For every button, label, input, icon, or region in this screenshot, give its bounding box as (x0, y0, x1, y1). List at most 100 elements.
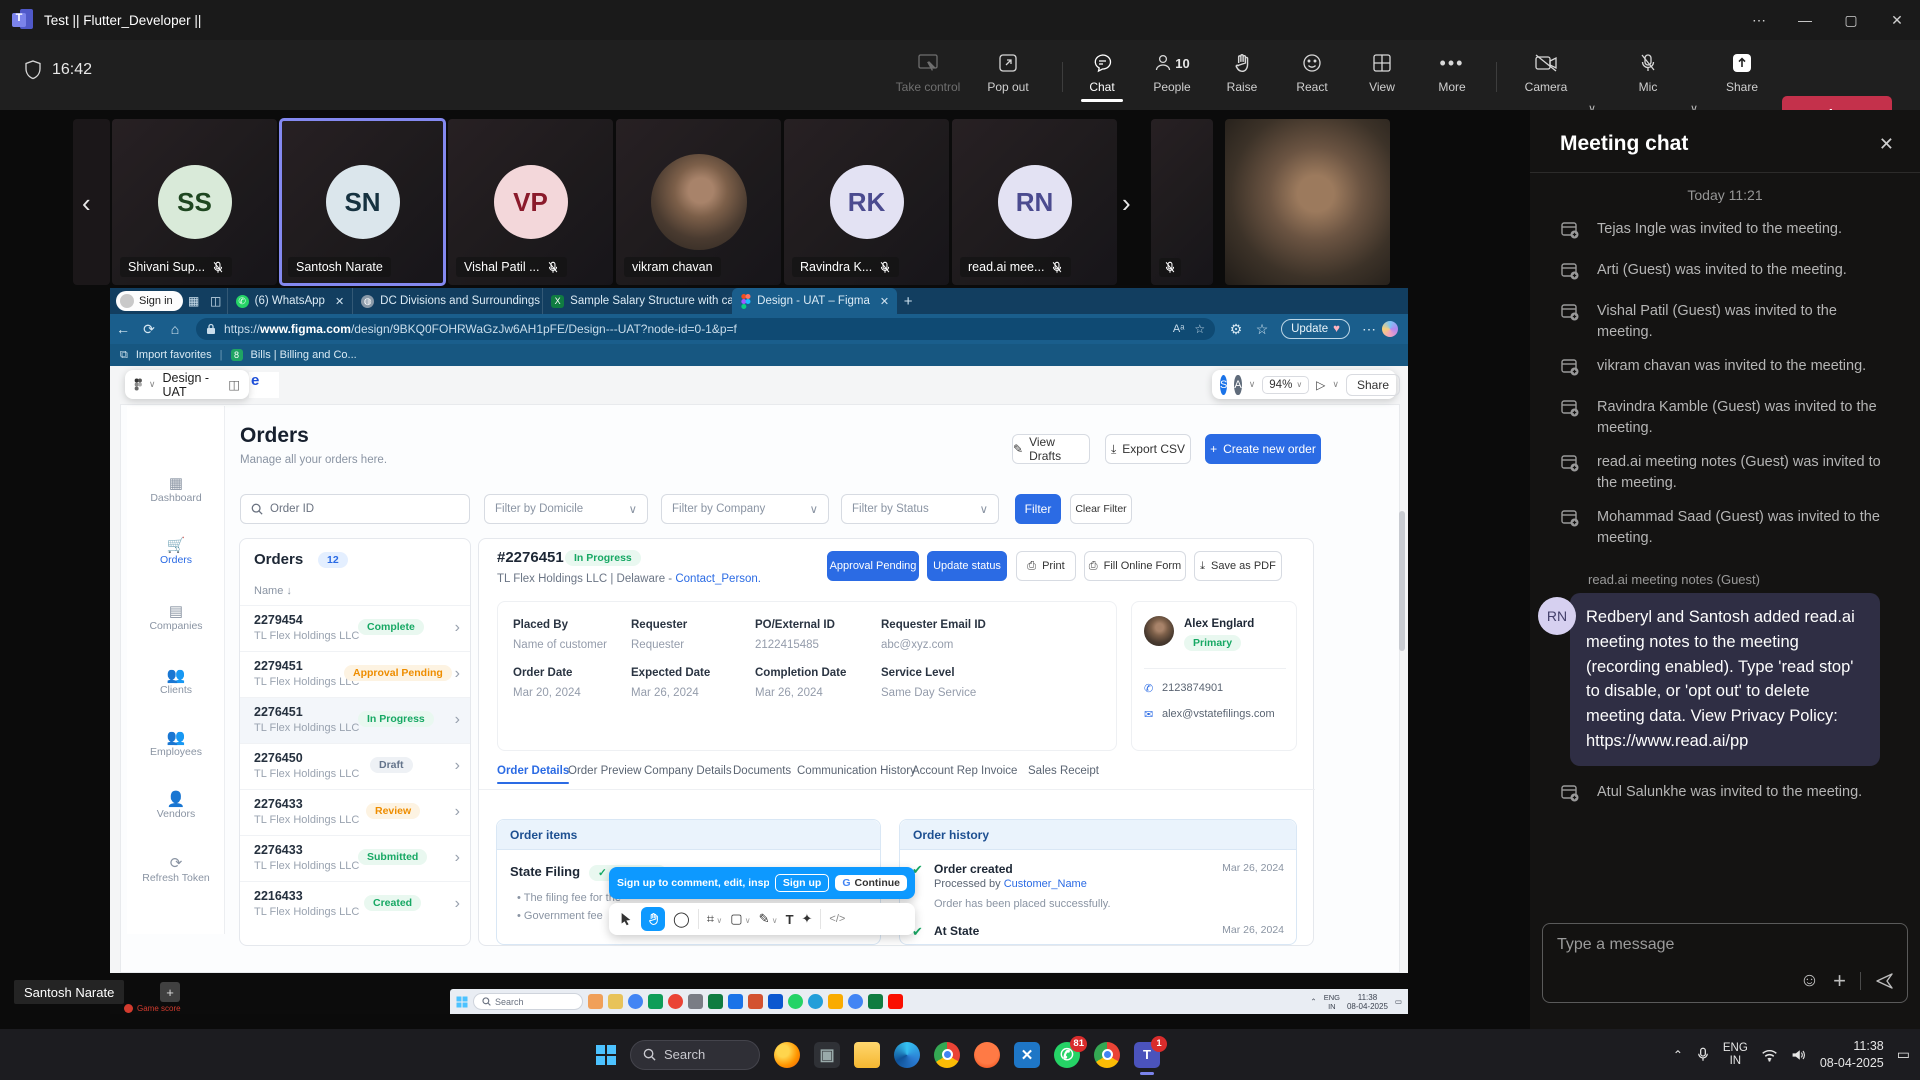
sidebar-item-companies[interactable]: ▤Companies (127, 604, 225, 632)
pop-out-button[interactable]: Pop out (972, 50, 1044, 94)
sidebar-item-orders[interactable]: 🛒Orders (127, 538, 225, 566)
order-row-selected[interactable]: 2276451TL Flex Holdings LLCIn Progress› (240, 697, 470, 743)
present-icon[interactable]: ▷ (1316, 378, 1325, 392)
filter-company-dropdown[interactable]: Filter by Company∨ (661, 494, 829, 524)
video-tile-small[interactable] (1151, 119, 1213, 285)
browser-menu-icon[interactable]: ⋯ (1356, 321, 1382, 338)
bills-favorite[interactable]: Bills | Billing and Co... (251, 349, 357, 361)
send-icon[interactable] (1875, 971, 1895, 991)
create-new-order-button[interactable]: +Create new order (1205, 434, 1321, 464)
figma-share-button[interactable]: Share (1346, 374, 1400, 396)
remote-app-icon[interactable] (628, 994, 643, 1009)
sidebar-item-vendors[interactable]: 👤Vendors (127, 792, 225, 820)
tab-order-details[interactable]: Order Details (497, 765, 569, 784)
chrome-icon[interactable] (1094, 1042, 1120, 1068)
tab-invoice[interactable]: Invoice (981, 765, 1017, 777)
remote-app-icon[interactable] (588, 994, 603, 1009)
favorites-bar-icon[interactable]: ☆ (1249, 321, 1275, 338)
whatsapp-icon[interactable]: ✆81 (1054, 1042, 1080, 1068)
scroll-right-chevron[interactable]: › (1122, 188, 1131, 219)
brave-icon[interactable] (974, 1042, 1000, 1068)
vertical-tabs-icon[interactable]: ◫ (205, 294, 227, 308)
language-indicator[interactable]: ENGIN (1723, 1042, 1748, 1067)
new-tab-button[interactable]: + (897, 293, 919, 310)
figma-signup-button[interactable]: Sign up (775, 874, 830, 892)
remote-app-icon[interactable] (708, 994, 723, 1009)
minimize-button[interactable]: — (1782, 0, 1828, 40)
chrome-icon[interactable] (934, 1042, 960, 1068)
dev-mode-icon[interactable]: </> (829, 913, 845, 925)
shape-tool-icon[interactable]: ▢ ∨ (730, 911, 750, 927)
move-tool-icon[interactable] (619, 912, 633, 927)
frame-tool-icon[interactable]: ⌗ ∨ (707, 911, 722, 927)
chevron-down-icon[interactable]: ∨ (1249, 379, 1256, 390)
filter-domicile-dropdown[interactable]: Filter by Domicile∨ (484, 494, 648, 524)
scroll-left-chevron[interactable]: ‹ (82, 188, 91, 219)
video-tile[interactable]: SS Shivani Sup... (112, 119, 277, 285)
sidebar-item-clients[interactable]: 👥Clients (127, 668, 225, 696)
remote-app-icon[interactable] (768, 994, 783, 1009)
contact-email[interactable]: alex@vstatefilings.com (1162, 708, 1275, 720)
react-button[interactable]: React (1276, 50, 1348, 94)
remote-app-icon[interactable] (848, 994, 863, 1009)
browser-tab[interactable]: ◍ DC Divisions and Surroundings✕ (352, 288, 542, 314)
wifi-icon[interactable] (1761, 1048, 1778, 1062)
browser-update-button[interactable]: Update♥ (1281, 319, 1350, 339)
refresh-icon[interactable]: ⟳ (136, 321, 162, 338)
chevron-down-icon[interactable]: ∨ (1332, 379, 1339, 390)
chat-message-input[interactable] (1557, 936, 1817, 954)
camera-button[interactable]: Camera (1510, 50, 1582, 94)
filter-button[interactable]: Filter (1015, 494, 1061, 524)
update-status-button[interactable]: Update status (927, 551, 1007, 581)
presenter-pin-button[interactable]: + (160, 982, 180, 1002)
emoji-icon[interactable]: ☺ (1800, 970, 1819, 992)
attach-plus-icon[interactable]: + (1833, 968, 1846, 994)
view-button[interactable]: View (1346, 50, 1418, 94)
more-button[interactable]: ••• More (1416, 50, 1488, 94)
app-icon[interactable]: ▣ (814, 1042, 840, 1068)
video-tile[interactable]: VP Vishal Patil ... (448, 119, 613, 285)
actions-tool-icon[interactable]: ✦ (802, 911, 813, 927)
remote-notifications-icon[interactable]: ▭ (1395, 997, 1402, 1006)
video-tile[interactable]: SN Santosh Narate (280, 119, 445, 285)
import-favorites-label[interactable]: Import favorites (136, 349, 212, 361)
chat-close-icon[interactable]: ✕ (1879, 134, 1894, 155)
remote-app-icon[interactable] (668, 994, 683, 1009)
favorite-star-icon[interactable]: ☆ (1194, 322, 1205, 336)
maximize-button[interactable]: ▢ (1828, 0, 1874, 40)
remote-app-icon[interactable] (888, 994, 903, 1009)
order-row[interactable]: 2276433TL Flex Holdings LLCSubmitted› (240, 835, 470, 881)
clear-filter-button[interactable]: Clear Filter (1070, 494, 1132, 524)
order-row[interactable]: 2279454TL Flex Holdings LLCComplete› (240, 605, 470, 651)
remote-lang-indicator[interactable]: ENGIN (1324, 993, 1340, 1011)
url-field[interactable]: https://www.figma.com/design/9BKQ0FOHRWa… (196, 318, 1215, 340)
back-icon[interactable]: ← (110, 321, 136, 337)
sidebar-item-employees[interactable]: 👥Employees (127, 730, 225, 758)
remote-app-icon[interactable] (808, 994, 823, 1009)
export-csv-button[interactable]: ⤓Export CSV (1105, 434, 1191, 464)
read-aloud-icon[interactable]: Aᵃ (1173, 323, 1184, 335)
filter-status-dropdown[interactable]: Filter by Status∨ (841, 494, 999, 524)
video-tile[interactable]: vikram chavan (616, 119, 781, 285)
contact-phone[interactable]: 2123874901 (1162, 682, 1223, 694)
browser-tab[interactable]: ✆ (6) WhatsApp✕ (227, 288, 353, 314)
home-icon[interactable]: ⌂ (162, 321, 188, 337)
remote-start-icon[interactable] (457, 996, 468, 1007)
comment-tool-icon[interactable]: ◯ (673, 910, 690, 928)
approval-pending-button[interactable]: Approval Pending (827, 551, 919, 581)
remote-app-icon[interactable] (728, 994, 743, 1009)
vscode-icon[interactable]: ✕ (1014, 1042, 1040, 1068)
text-tool-icon[interactable]: T (786, 912, 794, 927)
start-button[interactable] (596, 1045, 616, 1065)
chat-input-box[interactable]: ☺ + (1542, 923, 1908, 1003)
collaborator-avatar[interactable]: A (1234, 375, 1241, 395)
remote-app-icon[interactable] (608, 994, 623, 1009)
order-row[interactable]: 2276450TL Flex Holdings LLCDraft› (240, 743, 470, 789)
order-row[interactable]: 2276433TL Flex Holdings LLCReview› (240, 789, 470, 835)
remote-search-box[interactable]: Search (473, 993, 583, 1010)
order-id-search[interactable]: Order ID (240, 494, 470, 524)
google-continue-button[interactable]: GContinue (835, 875, 907, 891)
contact-person-link[interactable]: Contact_Person. (675, 573, 761, 585)
fill-online-form-button[interactable]: ⎙Fill Online Form (1084, 551, 1186, 581)
sidebar-item-dashboard[interactable]: ▦Dashboard (127, 476, 225, 504)
